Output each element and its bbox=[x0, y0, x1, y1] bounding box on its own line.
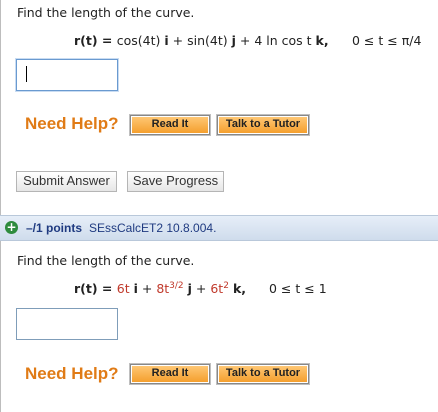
problem1-formula: r(t) = cos(4t) i + sin(4t) j + 4 ln cos … bbox=[74, 33, 329, 48]
question2-header: + –/1 points SEssCalcET2 10.8.004. bbox=[0, 215, 438, 241]
problem2-read-it-button[interactable]: Read It bbox=[130, 364, 210, 384]
question2-id: SEssCalcET2 10.8.004. bbox=[89, 221, 217, 235]
problem1-term3: ln cos t bbox=[262, 33, 312, 48]
problem2-need-help: Need Help? bbox=[25, 364, 119, 383]
question2-points: –/1 points bbox=[26, 221, 83, 235]
problem1-range-upper: π/4 bbox=[401, 33, 422, 48]
problem2-answer-input[interactable] bbox=[16, 308, 118, 340]
problem1-range: 0 ≤ t ≤ π/4 bbox=[352, 33, 421, 48]
problem1-need-help: Need Help? bbox=[25, 114, 119, 133]
problem2-exp2: 3/2 bbox=[169, 281, 184, 291]
problem2-prompt: Find the length of the curve. bbox=[17, 253, 195, 268]
problem2-coef3: 6t bbox=[210, 281, 224, 296]
problem1-prompt: Find the length of the curve. bbox=[17, 5, 195, 20]
problem1-lhs: r(t) = bbox=[74, 33, 117, 48]
problem1-read-it-button[interactable]: Read It bbox=[130, 115, 210, 135]
problem1-plus2: + bbox=[235, 33, 255, 48]
problem1-talk-tutor-button[interactable]: Talk to a Tutor bbox=[217, 115, 309, 135]
problem2-lhs: r(t) = bbox=[74, 281, 117, 296]
problem2-coef1: 6t bbox=[116, 281, 130, 296]
save-progress-button[interactable]: Save Progress bbox=[127, 171, 224, 192]
problem2-plus1: + bbox=[137, 281, 157, 296]
problem1-term1: cos(4t) bbox=[116, 33, 161, 48]
submit-answer-button[interactable]: Submit Answer bbox=[16, 171, 117, 192]
left-border bbox=[0, 0, 1, 412]
plus-circle-icon[interactable]: + bbox=[5, 221, 18, 234]
problem2-coef2: 8t bbox=[156, 281, 170, 296]
problem2-k: k, bbox=[232, 281, 246, 296]
problem1-term2: sin(4t) bbox=[187, 33, 228, 48]
problem1-plus1: + bbox=[168, 33, 188, 48]
problem2-exp3: 2 bbox=[223, 281, 229, 291]
problem1-answer-input[interactable] bbox=[16, 59, 118, 91]
problem2-formula: r(t) = 6t i + 8t3/2 j + 6t2 k, bbox=[74, 281, 246, 296]
problem2-talk-tutor-button[interactable]: Talk to a Tutor bbox=[217, 364, 309, 384]
problem2-plus2: + bbox=[191, 281, 211, 296]
problem1-k: k, bbox=[315, 33, 329, 48]
problem2-range: 0 ≤ t ≤ 1 bbox=[269, 281, 327, 296]
problem1-range-pre: 0 ≤ t ≤ bbox=[352, 33, 402, 48]
text-caret bbox=[26, 66, 27, 82]
